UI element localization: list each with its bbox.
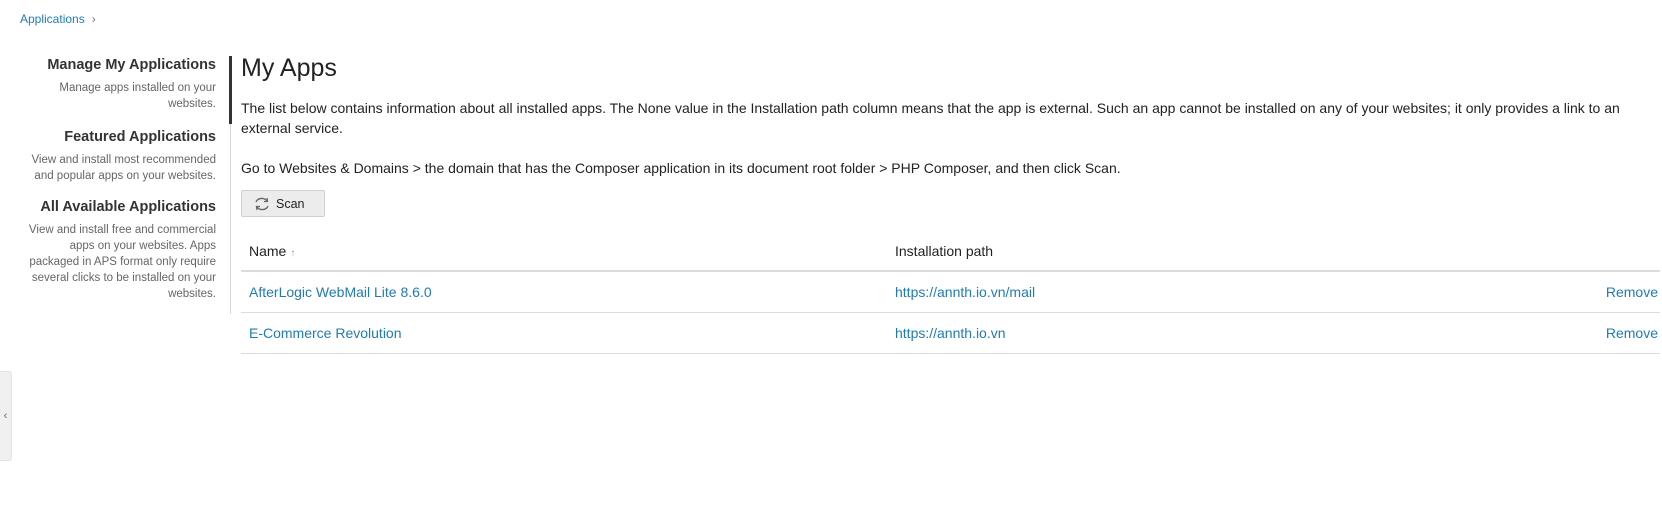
- app-name-link[interactable]: AfterLogic WebMail Lite 8.6.0: [249, 284, 432, 300]
- chevron-left-icon: ‹: [3, 410, 8, 422]
- apps-table: Name ↑ Installation path AfterLogic WebMa…: [241, 232, 1660, 354]
- scan-button[interactable]: Scan: [241, 190, 325, 217]
- breadcrumb: Applications ›: [20, 12, 96, 26]
- chevron-right-icon: ›: [91, 12, 96, 26]
- sidebar-item-desc: View and install free and commercial app…: [28, 224, 216, 300]
- sidebar-collapse-toggle[interactable]: ‹: [0, 371, 12, 461]
- sidebar-item-manage[interactable]: Manage My Applications Manage apps insta…: [24, 56, 232, 124]
- sort-asc-icon: ↑: [290, 248, 296, 259]
- table-header: Name ↑ Installation path: [241, 232, 1660, 272]
- sidebar-item-featured[interactable]: Featured Applications View and install m…: [24, 128, 216, 184]
- main-content: My Apps The list below contains informat…: [241, 52, 1661, 354]
- header-name[interactable]: Name ↑: [241, 243, 895, 259]
- sidebar-item-desc: Manage apps installed on your websites.: [59, 82, 216, 110]
- sidebar-item-desc: View and install most recommended and po…: [31, 154, 216, 182]
- header-installation-path: Installation path: [895, 243, 994, 259]
- page-title: My Apps: [241, 54, 337, 82]
- active-indicator: [229, 56, 232, 124]
- sidebar-item-title[interactable]: Featured Applications: [24, 128, 216, 147]
- page-description: The list below contains information abou…: [241, 100, 1620, 136]
- header-name-label: Name: [249, 243, 287, 259]
- sidebar-item-all[interactable]: All Available Applications View and inst…: [24, 198, 216, 302]
- installation-path-link[interactable]: https://annth.io.vn: [895, 325, 1006, 341]
- remove-link[interactable]: Remove: [1606, 284, 1658, 300]
- scan-instruction: Go to Websites & Domains > the domain th…: [241, 160, 1121, 176]
- installation-path-link[interactable]: https://annth.io.vn/mail: [895, 284, 1035, 300]
- sidebar-item-title[interactable]: All Available Applications: [24, 198, 216, 217]
- table-row: AfterLogic WebMail Lite 8.6.0 https://an…: [241, 272, 1660, 313]
- table-row: E-Commerce Revolution https://annth.io.v…: [241, 313, 1660, 354]
- scan-button-label: Scan: [276, 196, 305, 211]
- remove-link[interactable]: Remove: [1606, 325, 1658, 341]
- sidebar-item-title[interactable]: Manage My Applications: [24, 56, 216, 75]
- sidebar: Manage My Applications Manage apps insta…: [24, 56, 232, 314]
- app-name-link[interactable]: E-Commerce Revolution: [249, 325, 402, 341]
- scan-icon: [254, 197, 270, 211]
- breadcrumb-applications-link[interactable]: Applications: [20, 12, 85, 26]
